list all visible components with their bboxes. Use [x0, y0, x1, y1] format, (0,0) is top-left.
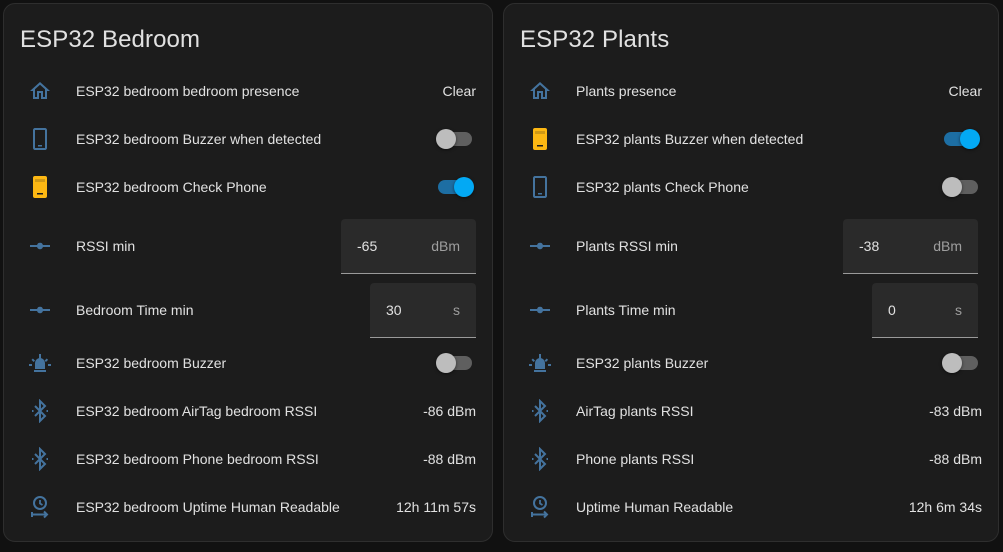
entity-row-phone-rssi[interactable]: ESP32 bedroom Phone bedroom RSSI -88 dBm — [4, 435, 492, 483]
check-phone-toggle[interactable] — [942, 177, 978, 197]
entity-label: ESP32 bedroom bedroom presence — [76, 83, 300, 99]
entity-label: ESP32 bedroom Check Phone — [76, 179, 267, 195]
entity-row-rssi-min[interactable]: RSSI min -65 dBm — [4, 219, 492, 274]
toggle-knob — [454, 177, 474, 197]
entity-row-buzzer-when-detected[interactable]: ESP32 bedroom Buzzer when detected — [4, 115, 492, 163]
time-min-input[interactable]: 0 s — [872, 283, 978, 338]
home-outline-icon — [528, 79, 552, 103]
entity-row-phone-rssi[interactable]: Phone plants RSSI -88 dBm — [504, 435, 998, 483]
buzzer-when-detected-toggle[interactable] — [942, 129, 980, 149]
ray-vertex-icon — [528, 298, 552, 322]
entity-label: ESP32 bedroom AirTag bedroom RSSI — [76, 403, 318, 419]
toggle-knob — [942, 353, 962, 373]
check-phone-toggle[interactable] — [436, 177, 474, 197]
clock-arrow-icon — [28, 495, 52, 519]
bluetooth-icon — [28, 447, 52, 471]
number-unit: dBm — [431, 238, 460, 254]
card-title: ESP32 Plants — [520, 26, 670, 53]
entity-label: Phone plants RSSI — [576, 451, 695, 467]
entity-row-buzzer[interactable]: ESP32 bedroom Buzzer — [4, 339, 492, 387]
entity-label: Plants presence — [576, 83, 677, 99]
toggle-knob — [942, 177, 962, 197]
number-unit: dBm — [933, 238, 962, 254]
cellphone-icon — [528, 175, 552, 199]
buzzer-toggle[interactable] — [942, 353, 978, 373]
entity-state: Clear — [442, 83, 476, 99]
toggle-knob — [436, 353, 456, 373]
number-value: 0 — [888, 302, 896, 318]
entity-state: Clear — [948, 83, 982, 99]
entity-label: Plants Time min — [576, 302, 676, 318]
entity-row-uptime[interactable]: ESP32 bedroom Uptime Human Readable 12h … — [4, 483, 492, 531]
bluetooth-icon — [528, 447, 552, 471]
home-outline-icon — [28, 79, 52, 103]
entity-row-airtag-rssi[interactable]: AirTag plants RSSI -83 dBm — [504, 387, 998, 435]
alarm-light-icon — [28, 351, 52, 375]
buzzer-toggle[interactable] — [436, 353, 472, 373]
entity-row-time-min[interactable]: Bedroom Time min 30 s — [4, 283, 492, 338]
entity-label: Plants RSSI min — [576, 238, 678, 254]
rssi-min-input[interactable]: -38 dBm — [843, 219, 978, 274]
clock-arrow-icon — [528, 495, 552, 519]
number-value: -65 — [357, 238, 378, 254]
entity-row-rssi-min[interactable]: Plants RSSI min -38 dBm — [504, 219, 998, 274]
entity-state: 12h 6m 34s — [908, 499, 982, 515]
entity-state: -86 dBm — [423, 403, 476, 419]
entity-row-uptime[interactable]: Uptime Human Readable 12h 6m 34s — [504, 483, 998, 531]
entity-label: ESP32 plants Buzzer — [576, 355, 709, 371]
entity-label: ESP32 bedroom Phone bedroom RSSI — [76, 451, 319, 467]
entity-row-time-min[interactable]: Plants Time min 0 s — [504, 283, 998, 338]
card-esp32-bedroom: ESP32 Bedroom ESP32 bedroom bedroom pres… — [3, 3, 493, 542]
number-unit: s — [453, 302, 460, 318]
cellphone-icon — [28, 127, 52, 151]
entity-label: ESP32 bedroom Uptime Human Readable — [76, 499, 340, 515]
number-value: -38 — [859, 238, 880, 254]
cellphone-active-icon — [528, 127, 552, 151]
cellphone-active-icon — [28, 175, 52, 199]
alarm-light-icon — [528, 351, 552, 375]
entity-label: Bedroom Time min — [76, 302, 194, 318]
entity-state: 12h 11m 57s — [396, 499, 476, 515]
entity-state: -83 dBm — [929, 403, 982, 419]
entity-label: ESP32 bedroom Buzzer when detected — [76, 131, 322, 147]
entity-row-airtag-rssi[interactable]: ESP32 bedroom AirTag bedroom RSSI -86 dB… — [4, 387, 492, 435]
toggle-knob — [960, 129, 980, 149]
ray-vertex-icon — [528, 234, 552, 258]
rssi-min-input[interactable]: -65 dBm — [341, 219, 476, 274]
ray-vertex-icon — [28, 234, 52, 258]
entity-label: ESP32 plants Check Phone — [576, 179, 749, 195]
card-title: ESP32 Bedroom — [20, 26, 201, 53]
bluetooth-icon — [28, 399, 52, 423]
ray-vertex-icon — [28, 298, 52, 322]
bluetooth-icon — [528, 399, 552, 423]
entity-row-check-phone[interactable]: ESP32 plants Check Phone — [504, 163, 998, 211]
entity-state: -88 dBm — [929, 451, 982, 467]
entity-row-check-phone[interactable]: ESP32 bedroom Check Phone — [4, 163, 492, 211]
card-esp32-plants: ESP32 Plants Plants presence Clear ESP32… — [503, 3, 999, 542]
time-min-input[interactable]: 30 s — [370, 283, 476, 338]
entity-label: ESP32 plants Buzzer when detected — [576, 131, 804, 147]
buzzer-when-detected-toggle[interactable] — [436, 129, 472, 149]
entity-label: AirTag plants RSSI — [576, 403, 694, 419]
number-value: 30 — [386, 302, 402, 318]
entity-label: ESP32 bedroom Buzzer — [76, 355, 227, 371]
number-unit: s — [955, 302, 962, 318]
entity-row-buzzer[interactable]: ESP32 plants Buzzer — [504, 339, 998, 387]
entity-row-buzzer-when-detected[interactable]: ESP32 plants Buzzer when detected — [504, 115, 998, 163]
entity-row-presence[interactable]: Plants presence Clear — [504, 67, 998, 115]
toggle-knob — [436, 129, 456, 149]
entity-row-presence[interactable]: ESP32 bedroom bedroom presence Clear — [4, 67, 492, 115]
entity-label: RSSI min — [76, 238, 136, 254]
entity-label: Uptime Human Readable — [576, 499, 734, 515]
entity-state: -88 dBm — [423, 451, 476, 467]
